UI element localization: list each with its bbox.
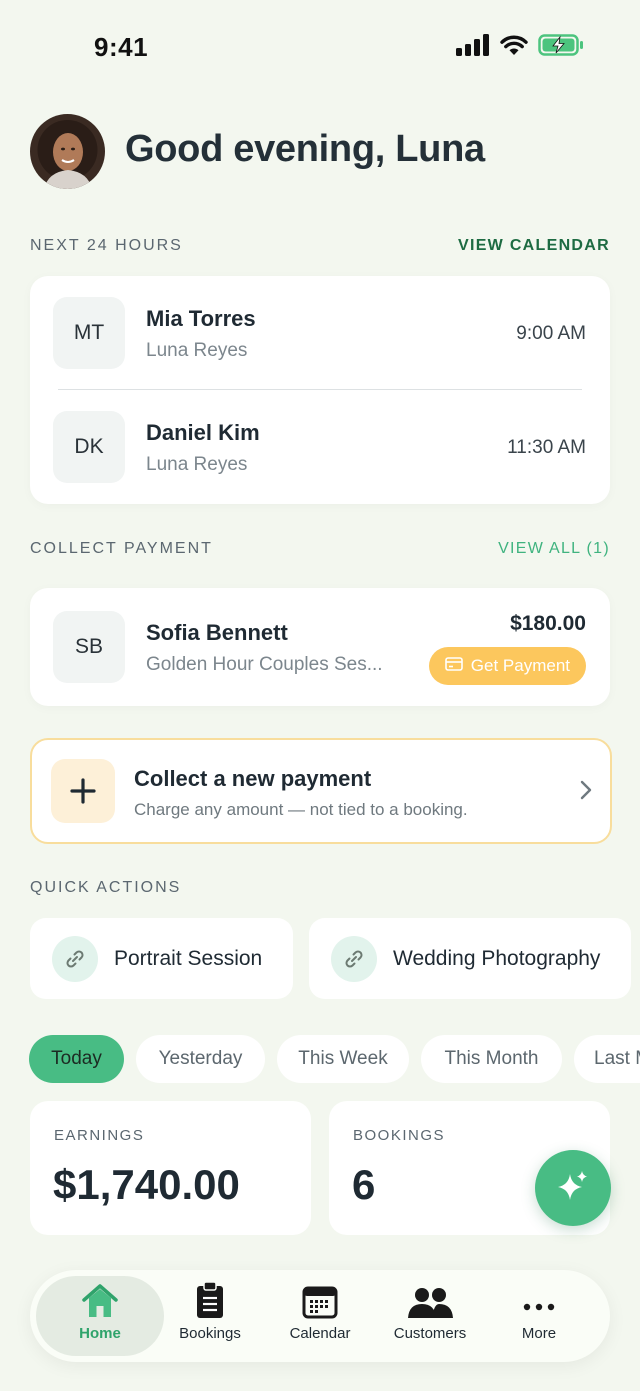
tab-label: Bookings: [179, 1325, 241, 1342]
view-calendar-link[interactable]: VIEW CALENDAR: [458, 237, 610, 255]
get-payment-button[interactable]: Get Payment: [428, 647, 586, 685]
people-icon: [406, 1281, 454, 1319]
payment-amount: $180.00: [510, 612, 586, 635]
bookings-label: BOOKINGS: [353, 1127, 446, 1144]
payment-client-name: Sofia Bennett: [146, 620, 288, 645]
quick-action-label: Portrait Session: [114, 946, 263, 970]
upcoming-bookings-card: MT Mia Torres Luna Reyes 9:00 AM DK Dani…: [30, 276, 610, 504]
plus-icon: [51, 759, 115, 823]
bottom-tab-bar: Home Bookings Calendar Customers More: [30, 1270, 610, 1362]
wifi-icon: [500, 34, 528, 61]
link-icon: [52, 935, 98, 982]
tab-customers[interactable]: Customers: [374, 1276, 486, 1356]
signal-icon: [456, 34, 490, 61]
ai-assistant-button[interactable]: [535, 1150, 611, 1226]
next24-header: NEXT 24 HOURS VIEW CALENDAR: [30, 237, 610, 255]
tab-home[interactable]: Home: [36, 1276, 164, 1356]
status-time: 9:41: [94, 32, 149, 62]
tab-bookings[interactable]: Bookings: [154, 1276, 266, 1356]
clipboard-icon: [195, 1281, 225, 1319]
filter-this-week[interactable]: This Week: [277, 1035, 409, 1083]
initials-avatar: MT: [53, 297, 125, 369]
next24-title: NEXT 24 HOURS: [30, 237, 183, 254]
booking-client-name: Mia Torres: [146, 306, 256, 331]
quick-action-portrait[interactable]: Portrait Session: [30, 918, 293, 999]
chevron-right-icon: [580, 780, 592, 805]
new-payment-subtitle: Charge any amount — not tied to a bookin…: [134, 800, 468, 819]
filter-this-month[interactable]: This Month: [421, 1035, 562, 1083]
quick-action-wedding[interactable]: Wedding Photography: [309, 918, 631, 999]
divider: [58, 389, 582, 390]
home-icon: [80, 1281, 120, 1319]
get-payment-label: Get Payment: [470, 656, 570, 675]
initials-avatar: SB: [53, 611, 125, 683]
filter-yesterday[interactable]: Yesterday: [136, 1035, 265, 1083]
collect-title: COLLECT PAYMENT: [30, 540, 213, 557]
earnings-value: $1,740.00: [53, 1161, 240, 1208]
booking-staff-name: Luna Reyes: [146, 340, 248, 361]
status-icons: [456, 34, 584, 61]
view-all-link[interactable]: VIEW ALL (1): [498, 540, 610, 558]
new-payment-title: Collect a new payment: [134, 766, 372, 791]
more-dots-icon: [522, 1281, 556, 1319]
quick-actions-title: QUICK ACTIONS: [30, 879, 182, 896]
sparkles-icon: [555, 1168, 591, 1209]
bookings-value: 6: [352, 1161, 376, 1208]
tab-label: More: [521, 1325, 557, 1342]
tab-label: Calendar: [289, 1325, 351, 1342]
booking-time: 9:00 AM: [516, 323, 586, 344]
booking-time: 11:30 AM: [507, 437, 586, 458]
greeting-title: Good evening, Luna: [125, 128, 485, 170]
quick-actions-header: QUICK ACTIONS: [30, 879, 610, 897]
earnings-card[interactable]: EARNINGS $1,740.00: [30, 1101, 311, 1235]
avatar[interactable]: [30, 114, 105, 189]
collect-header: COLLECT PAYMENT VIEW ALL (1): [30, 540, 610, 558]
tab-more[interactable]: More: [486, 1276, 592, 1356]
link-icon: [331, 935, 377, 982]
battery-icon: [538, 34, 584, 61]
new-payment-card[interactable]: Collect a new payment Charge any amount …: [30, 738, 612, 844]
tab-label: Customers: [393, 1325, 467, 1342]
payment-due-card[interactable]: SB Sofia Bennett Golden Hour Couples Ses…: [30, 588, 610, 706]
earnings-label: EARNINGS: [54, 1127, 145, 1144]
tab-label: Home: [79, 1325, 121, 1342]
calendar-icon: [302, 1281, 338, 1319]
booking-staff-name: Luna Reyes: [146, 454, 248, 475]
booking-client-name: Daniel Kim: [146, 420, 260, 445]
tab-calendar[interactable]: Calendar: [266, 1276, 374, 1356]
quick-action-label: Wedding Photography: [393, 946, 601, 970]
initials-avatar: DK: [53, 411, 125, 483]
filter-today[interactable]: Today: [29, 1035, 124, 1083]
card-icon: [444, 656, 463, 676]
payment-service-name: Golden Hour Couples Ses...: [146, 654, 383, 675]
filter-last-month[interactable]: Last M: [574, 1035, 640, 1083]
status-bar: 9:41: [0, 0, 640, 95]
